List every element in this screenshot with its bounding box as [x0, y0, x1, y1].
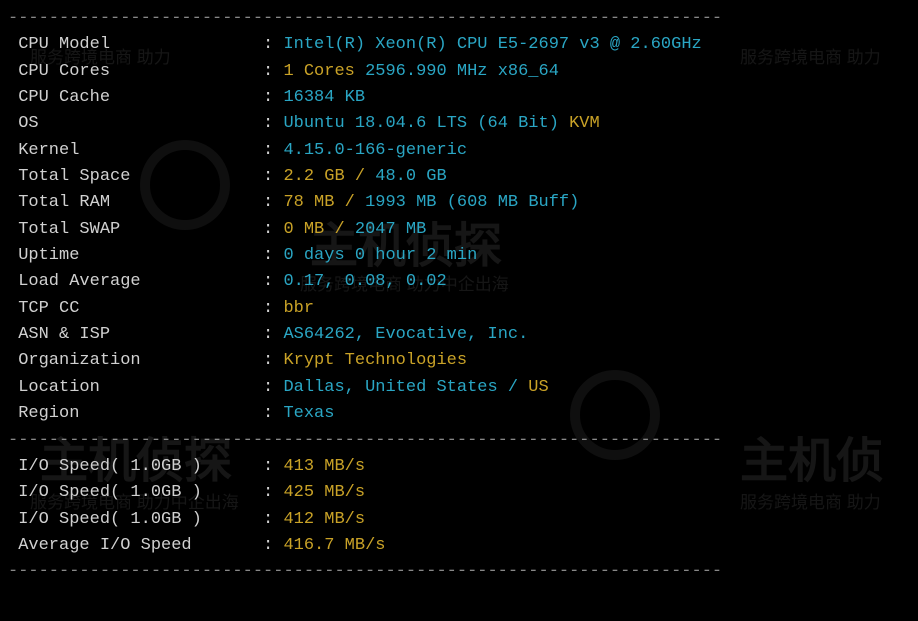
- colon: :: [263, 35, 283, 54]
- row-value: 2047 MB: [355, 220, 426, 239]
- row-value: 416.7 MB/s: [283, 536, 385, 555]
- sysinfo-row: TCP CC : bbr: [8, 296, 910, 322]
- sysinfo-row: CPU Cores : 1 Cores 2596.990 MHz x86_64: [8, 59, 910, 85]
- row-label: CPU Cores: [8, 62, 263, 81]
- row-value: bbr: [283, 299, 314, 318]
- row-label: ASN & ISP: [8, 325, 263, 344]
- row-label: Region: [8, 404, 263, 423]
- row-label: Total SWAP: [8, 220, 263, 239]
- colon: :: [263, 193, 283, 212]
- row-value: 48.0 GB: [375, 167, 446, 186]
- row-value: 413 MB/s: [283, 457, 365, 476]
- row-label: Organization: [8, 351, 263, 370]
- colon: :: [263, 62, 283, 81]
- colon: :: [263, 114, 283, 133]
- sysinfo-row: Region : Texas: [8, 401, 910, 427]
- colon: :: [263, 378, 283, 397]
- row-value: (608 MB Buff): [447, 193, 580, 212]
- row-label: Load Average: [8, 272, 263, 291]
- terminal-output: ----------------------------------------…: [8, 6, 910, 586]
- colon: :: [263, 457, 283, 476]
- row-value: Krypt Technologies: [283, 351, 467, 370]
- row-value: 1993 MB: [365, 193, 447, 212]
- sysinfo-row: Kernel : 4.15.0-166-generic: [8, 138, 910, 164]
- sysinfo-row: Organization : Krypt Technologies: [8, 348, 910, 374]
- row-value: AS64262, Evocative, Inc.: [283, 325, 528, 344]
- row-value: 16384 KB: [283, 88, 365, 107]
- sysinfo-row: Total SWAP : 0 MB / 2047 MB: [8, 217, 910, 243]
- colon: :: [263, 510, 283, 529]
- colon: :: [263, 404, 283, 423]
- colon: :: [263, 325, 283, 344]
- colon: :: [263, 351, 283, 370]
- row-label: CPU Model: [8, 35, 263, 54]
- row-value: 0 MB /: [283, 220, 354, 239]
- row-value: 78 MB /: [283, 193, 365, 212]
- row-label: I/O Speed( 1.0GB ): [8, 457, 263, 476]
- io-row: I/O Speed( 1.0GB ) : 412 MB/s: [8, 507, 910, 533]
- io-row: I/O Speed( 1.0GB ) : 413 MB/s: [8, 454, 910, 480]
- row-value: KVM: [569, 114, 600, 133]
- sysinfo-row: Uptime : 0 days 0 hour 2 min: [8, 243, 910, 269]
- divider-line: ----------------------------------------…: [8, 428, 910, 454]
- row-value: 0.17, 0.08, 0.02: [283, 272, 446, 291]
- io-row: Average I/O Speed : 416.7 MB/s: [8, 533, 910, 559]
- row-label: Total Space: [8, 167, 263, 186]
- colon: :: [263, 220, 283, 239]
- sysinfo-row: OS : Ubuntu 18.04.6 LTS (64 Bit) KVM: [8, 111, 910, 137]
- colon: :: [263, 299, 283, 318]
- row-value: 412 MB/s: [283, 510, 365, 529]
- sysinfo-row: Total Space : 2.2 GB / 48.0 GB: [8, 164, 910, 190]
- sysinfo-row: CPU Model : Intel(R) Xeon(R) CPU E5-2697…: [8, 32, 910, 58]
- colon: :: [263, 536, 283, 555]
- row-value: 425 MB/s: [283, 483, 365, 502]
- colon: :: [263, 483, 283, 502]
- colon: :: [263, 88, 283, 107]
- row-value: 1 Cores: [283, 62, 365, 81]
- row-label: Uptime: [8, 246, 263, 265]
- sysinfo-row: Total RAM : 78 MB / 1993 MB (608 MB Buff…: [8, 190, 910, 216]
- row-label: Kernel: [8, 141, 263, 160]
- row-label: OS: [8, 114, 263, 133]
- row-value: US: [528, 378, 548, 397]
- row-value: Ubuntu 18.04.6 LTS (64 Bit): [283, 114, 569, 133]
- colon: :: [263, 246, 283, 265]
- row-label: I/O Speed( 1.0GB ): [8, 483, 263, 502]
- row-label: I/O Speed( 1.0GB ): [8, 510, 263, 529]
- sysinfo-row: ASN & ISP : AS64262, Evocative, Inc.: [8, 322, 910, 348]
- row-label: Total RAM: [8, 193, 263, 212]
- colon: :: [263, 167, 283, 186]
- sysinfo-row: Load Average : 0.17, 0.08, 0.02: [8, 269, 910, 295]
- row-value: Dallas, United States /: [283, 378, 528, 397]
- divider-line: ----------------------------------------…: [8, 6, 910, 32]
- row-label: Average I/O Speed: [8, 536, 263, 555]
- sysinfo-row: Location : Dallas, United States / US: [8, 375, 910, 401]
- row-label: TCP CC: [8, 299, 263, 318]
- row-value: 2.2 GB /: [283, 167, 375, 186]
- row-label: CPU Cache: [8, 88, 263, 107]
- row-label: Location: [8, 378, 263, 397]
- row-value: 4.15.0-166-generic: [283, 141, 467, 160]
- colon: :: [263, 272, 283, 291]
- divider-line: ----------------------------------------…: [8, 559, 910, 585]
- row-value: Intel(R) Xeon(R) CPU E5-2697 v3 @ 2.60GH…: [283, 35, 701, 54]
- row-value: Texas: [283, 404, 334, 423]
- io-row: I/O Speed( 1.0GB ) : 425 MB/s: [8, 480, 910, 506]
- sysinfo-row: CPU Cache : 16384 KB: [8, 85, 910, 111]
- colon: :: [263, 141, 283, 160]
- row-value: 2596.990 MHz: [365, 62, 498, 81]
- row-value: 0 days 0 hour 2 min: [283, 246, 477, 265]
- row-value: x86_64: [498, 62, 559, 81]
